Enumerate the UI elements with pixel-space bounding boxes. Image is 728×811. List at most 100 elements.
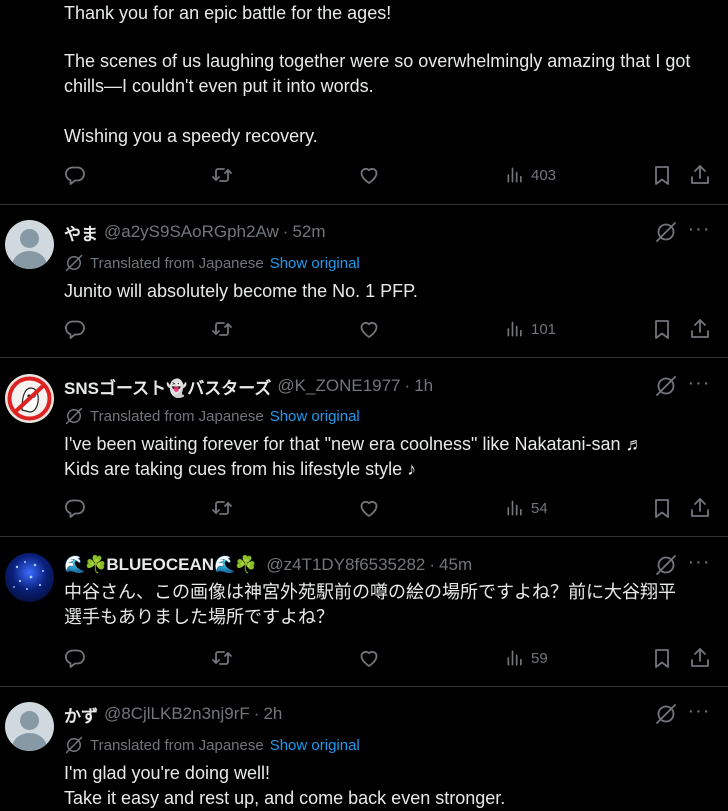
display-name[interactable]: かず (64, 702, 98, 727)
avatar[interactable] (5, 374, 54, 423)
translated-label: Translated from Japanese (90, 407, 264, 425)
bookmark-button[interactable] (650, 646, 674, 670)
grok-icon (656, 222, 676, 242)
translated-label: Translated from Japanese (90, 736, 264, 754)
user-handle[interactable]: @8CjlLKB2n3nj9rF (104, 704, 250, 724)
show-original-link[interactable]: Show original (270, 737, 360, 754)
more-button[interactable]: ··· (687, 701, 711, 726)
post-text-line: Wishing you a speedy recovery. (64, 126, 318, 146)
like-button[interactable] (357, 317, 381, 341)
action-bar: 59 (0, 644, 728, 672)
translated-notice: Translated from Japanese Show original (64, 734, 360, 756)
timestamp[interactable]: 1h (414, 376, 433, 396)
share-button[interactable] (688, 646, 712, 670)
share-icon (691, 165, 709, 184)
avatar[interactable] (5, 553, 54, 602)
share-button[interactable] (688, 163, 712, 187)
like-icon (360, 167, 378, 184)
timestamp[interactable]: 52m (292, 222, 325, 242)
reply-text: I'm glad you're doing well! Take it easy… (64, 763, 506, 808)
reply-button[interactable] (63, 163, 87, 187)
reply-button[interactable] (63, 646, 87, 670)
views-button[interactable]: 54 (505, 496, 548, 520)
views-count: 403 (531, 166, 557, 184)
grok-button[interactable] (654, 220, 678, 244)
like-button[interactable] (357, 496, 381, 520)
reply-header: 🌊☘️BLUEOCEAN🌊☘️ @z4T1DY8f6535282 · 45m (64, 553, 472, 577)
user-handle[interactable]: @z4T1DY8f6535282 (266, 555, 425, 575)
like-button[interactable] (357, 646, 381, 670)
avatar[interactable] (5, 702, 54, 751)
separator-dot: · (282, 222, 289, 241)
grok-icon (656, 555, 676, 575)
views-icon (507, 321, 522, 337)
repost-button[interactable] (210, 317, 234, 341)
grok-icon (656, 704, 676, 724)
reply-button[interactable] (63, 496, 87, 520)
views-icon (507, 500, 522, 516)
like-button[interactable] (357, 163, 381, 187)
action-bar: 403 (0, 161, 728, 189)
translate-icon (65, 407, 83, 425)
ghost-busters-logo (7, 376, 52, 421)
translate-icon (65, 254, 83, 272)
show-original-link[interactable]: Show original (270, 255, 360, 272)
views-count: 59 (531, 649, 548, 667)
reply-header: かず @8CjlLKB2n3nj9rF · 2h (64, 702, 282, 726)
like-icon (360, 650, 378, 667)
avatar[interactable] (5, 220, 54, 269)
timestamp[interactable]: 2h (263, 704, 282, 724)
reply-icon (65, 320, 85, 339)
reply-text: I've been waiting forever for that "new … (64, 434, 644, 479)
timestamp[interactable]: 45m (439, 555, 472, 575)
views-button[interactable]: 403 (505, 163, 556, 187)
share-button[interactable] (688, 496, 712, 520)
divider (0, 686, 728, 687)
share-button[interactable] (688, 317, 712, 341)
display-name[interactable]: 🌊☘️BLUEOCEAN🌊☘️ (64, 555, 256, 575)
show-original-link[interactable]: Show original (270, 408, 360, 425)
user-handle[interactable]: @K_ZONE1977 (277, 376, 400, 396)
display-name[interactable]: SNSゴースト👻バスターズ (64, 374, 271, 399)
bookmark-button[interactable] (650, 163, 674, 187)
translated-label: Translated from Japanese (90, 254, 264, 272)
views-button[interactable]: 59 (505, 646, 548, 670)
bookmark-button[interactable] (650, 317, 674, 341)
reply-text: 中谷さん、この画像は神宮外苑駅前の噂の絵の場所ですよね？前に大谷翔平 選手もあり… (64, 582, 676, 627)
more-button[interactable]: ··· (687, 552, 711, 577)
views-icon (507, 650, 522, 666)
reply-header: やま @a2yS9SAoRGph2Aw · 52m (64, 220, 326, 244)
repost-button[interactable] (210, 646, 234, 670)
bookmark-icon (655, 649, 669, 668)
repost-icon (212, 651, 232, 665)
post-text-line: Thank you for an epic battle for the age… (64, 3, 392, 23)
post-text-line: The scenes of us laughing together were … (64, 51, 696, 96)
translate-icon (65, 736, 83, 754)
share-icon (691, 498, 709, 517)
separator-dot: · (429, 555, 436, 574)
user-handle[interactable]: @a2yS9SAoRGph2Aw (104, 222, 279, 242)
views-count: 54 (531, 499, 548, 517)
display-name[interactable]: やま (64, 220, 98, 245)
repost-icon (212, 322, 232, 336)
grok-button[interactable] (654, 702, 678, 726)
more-button[interactable]: ··· (687, 219, 711, 244)
bookmark-icon (655, 499, 669, 518)
grok-button[interactable] (654, 374, 678, 398)
bookmark-button[interactable] (650, 496, 674, 520)
more-button[interactable]: ··· (687, 373, 711, 398)
repost-button[interactable] (210, 163, 234, 187)
share-icon (691, 319, 709, 338)
like-icon (360, 321, 378, 338)
divider (0, 204, 728, 205)
views-icon (507, 167, 522, 183)
grok-icon (656, 376, 676, 396)
divider (0, 357, 728, 358)
views-button[interactable]: 101 (505, 317, 556, 341)
grok-button[interactable] (654, 553, 678, 577)
repost-button[interactable] (210, 496, 234, 520)
reply-icon (65, 649, 85, 668)
reply-button[interactable] (63, 317, 87, 341)
bookmark-icon (655, 320, 669, 339)
repost-icon (212, 501, 232, 515)
